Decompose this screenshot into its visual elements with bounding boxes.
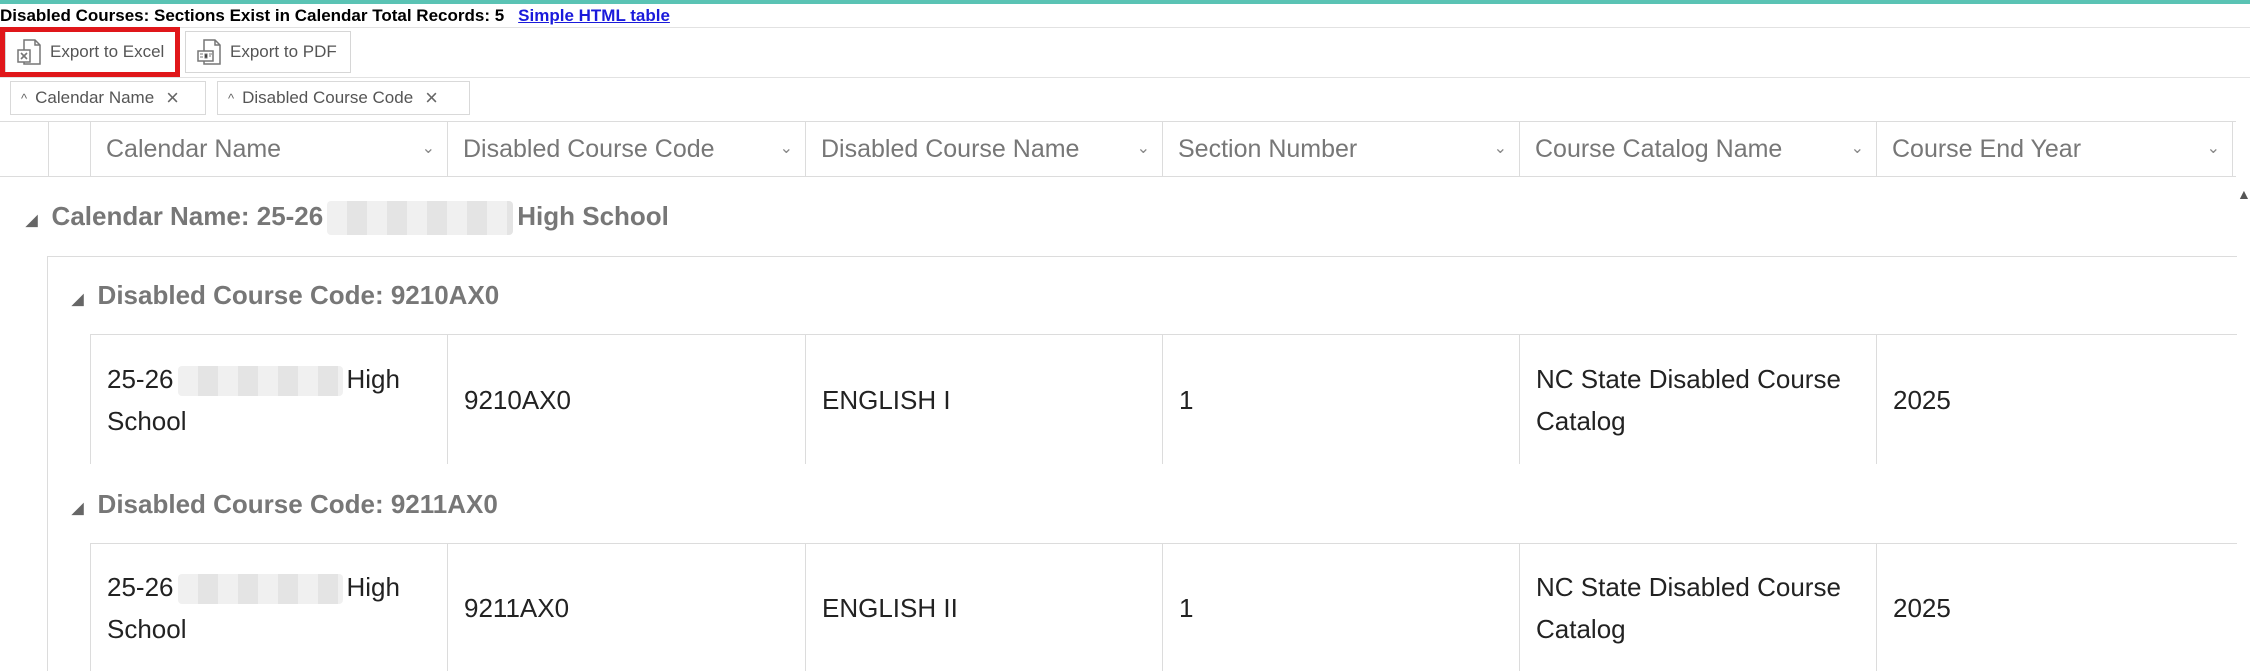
- cell-border: [1876, 543, 1877, 671]
- row-border: [90, 334, 2237, 335]
- redacted-text: [327, 201, 514, 236]
- group-indent-column: [48, 122, 90, 176]
- report-title: Disabled Courses: Sections Exist in Cale…: [0, 6, 505, 25]
- cell-border: [1876, 334, 1877, 464]
- group-chip-disabled-course-code[interactable]: ^ Disabled Course Code ×: [217, 81, 470, 115]
- group-chip-calendar-name[interactable]: ^ Calendar Name ×: [10, 81, 206, 115]
- group-chip-label: Disabled Course Code: [242, 88, 414, 107]
- column-header-calendar-name[interactable]: Calendar Name ⌄: [90, 122, 447, 176]
- column-header-section-number[interactable]: Section Number ⌄: [1162, 122, 1519, 176]
- chevron-down-icon[interactable]: ⌄: [1137, 122, 1150, 176]
- column-header-course-catalog-name[interactable]: Course Catalog Name ⌄: [1519, 122, 1876, 176]
- cell-course-name: ENGLISH II: [822, 593, 958, 623]
- collapse-triangle-icon[interactable]: ◢: [72, 500, 84, 517]
- cell-border: [1519, 543, 1520, 671]
- cell-calendar-name: 25-26 High School: [107, 572, 400, 644]
- cell-border: [805, 543, 806, 671]
- divider: [0, 27, 2250, 28]
- close-icon[interactable]: ×: [166, 87, 179, 109]
- redacted-text: [177, 574, 343, 605]
- close-icon[interactable]: ×: [425, 87, 438, 109]
- highlight-box: [0, 27, 180, 77]
- group-border: [47, 256, 48, 671]
- cell-border: [1519, 334, 1520, 464]
- cell-section-number: 1: [1179, 385, 1194, 415]
- export-pdf-label: Export to PDF: [230, 42, 337, 61]
- collapse-triangle-icon[interactable]: ◢: [26, 212, 38, 229]
- cell-end-year: 2025: [1893, 593, 1951, 623]
- cell-border: [1162, 543, 1163, 671]
- sort-ascending-icon[interactable]: ^: [21, 91, 27, 106]
- chevron-down-icon[interactable]: ⌄: [1494, 122, 1507, 176]
- export-to-pdf-button[interactable]: Export to PDF: [185, 31, 351, 73]
- cell-course-code: 9211AX0: [464, 593, 570, 623]
- cell-course-name: ENGLISH I: [822, 385, 951, 415]
- calendar-group-header[interactable]: ◢ Calendar Name: 25-26 High School: [26, 201, 669, 236]
- chevron-down-icon[interactable]: ⌄: [1851, 122, 1864, 176]
- cell-catalog-name: NC State Disabled Course Catalog: [1536, 364, 1841, 436]
- cell-border: [1162, 334, 1163, 464]
- group-indent-column: [0, 122, 48, 176]
- course-group-header[interactable]: ◢ Disabled Course Code: 9211AX0: [72, 489, 498, 520]
- top-accent-line: [0, 0, 2250, 4]
- column-header-disabled-course-name[interactable]: Disabled Course Name ⌄: [805, 122, 1162, 176]
- simple-html-table-link[interactable]: Simple HTML table: [518, 6, 670, 25]
- cell-calendar-name: 25-26 High School: [107, 364, 400, 436]
- column-header-course-end-year[interactable]: Course End Year ⌄: [1876, 122, 2233, 176]
- cell-section-number: 1: [1179, 593, 1194, 623]
- cell-border: [805, 334, 806, 464]
- cell-border: [90, 334, 91, 464]
- cell-border: [447, 543, 448, 671]
- scroll-up-arrow[interactable]: ▲: [2237, 186, 2250, 202]
- group-border: [47, 256, 2237, 257]
- chevron-down-icon[interactable]: ⌄: [780, 122, 793, 176]
- divider: [0, 77, 2250, 78]
- pdf-file-icon: [197, 39, 221, 65]
- cell-course-code: 9210AX0: [464, 385, 571, 415]
- grid-header: Calendar Name ⌄ Disabled Course Code ⌄ Dis…: [0, 121, 2236, 177]
- group-chip-label: Calendar Name: [35, 88, 155, 107]
- row-border: [90, 543, 2237, 544]
- cell-border: [90, 543, 91, 671]
- chevron-down-icon[interactable]: ⌄: [2207, 122, 2220, 176]
- redacted-text: [177, 366, 343, 397]
- sort-ascending-icon[interactable]: ^: [228, 91, 234, 106]
- cell-end-year: 2025: [1893, 385, 1951, 415]
- cell-border: [447, 334, 448, 464]
- collapse-triangle-icon[interactable]: ◢: [72, 291, 84, 308]
- chevron-down-icon[interactable]: ⌄: [422, 122, 435, 176]
- column-header-disabled-course-code[interactable]: Disabled Course Code ⌄: [447, 122, 805, 176]
- report-title-bar: Disabled Courses: Sections Exist in Cale…: [0, 5, 670, 27]
- cell-catalog-name: NC State Disabled Course Catalog: [1536, 572, 1841, 644]
- course-group-header[interactable]: ◢ Disabled Course Code: 9210AX0: [72, 280, 499, 311]
